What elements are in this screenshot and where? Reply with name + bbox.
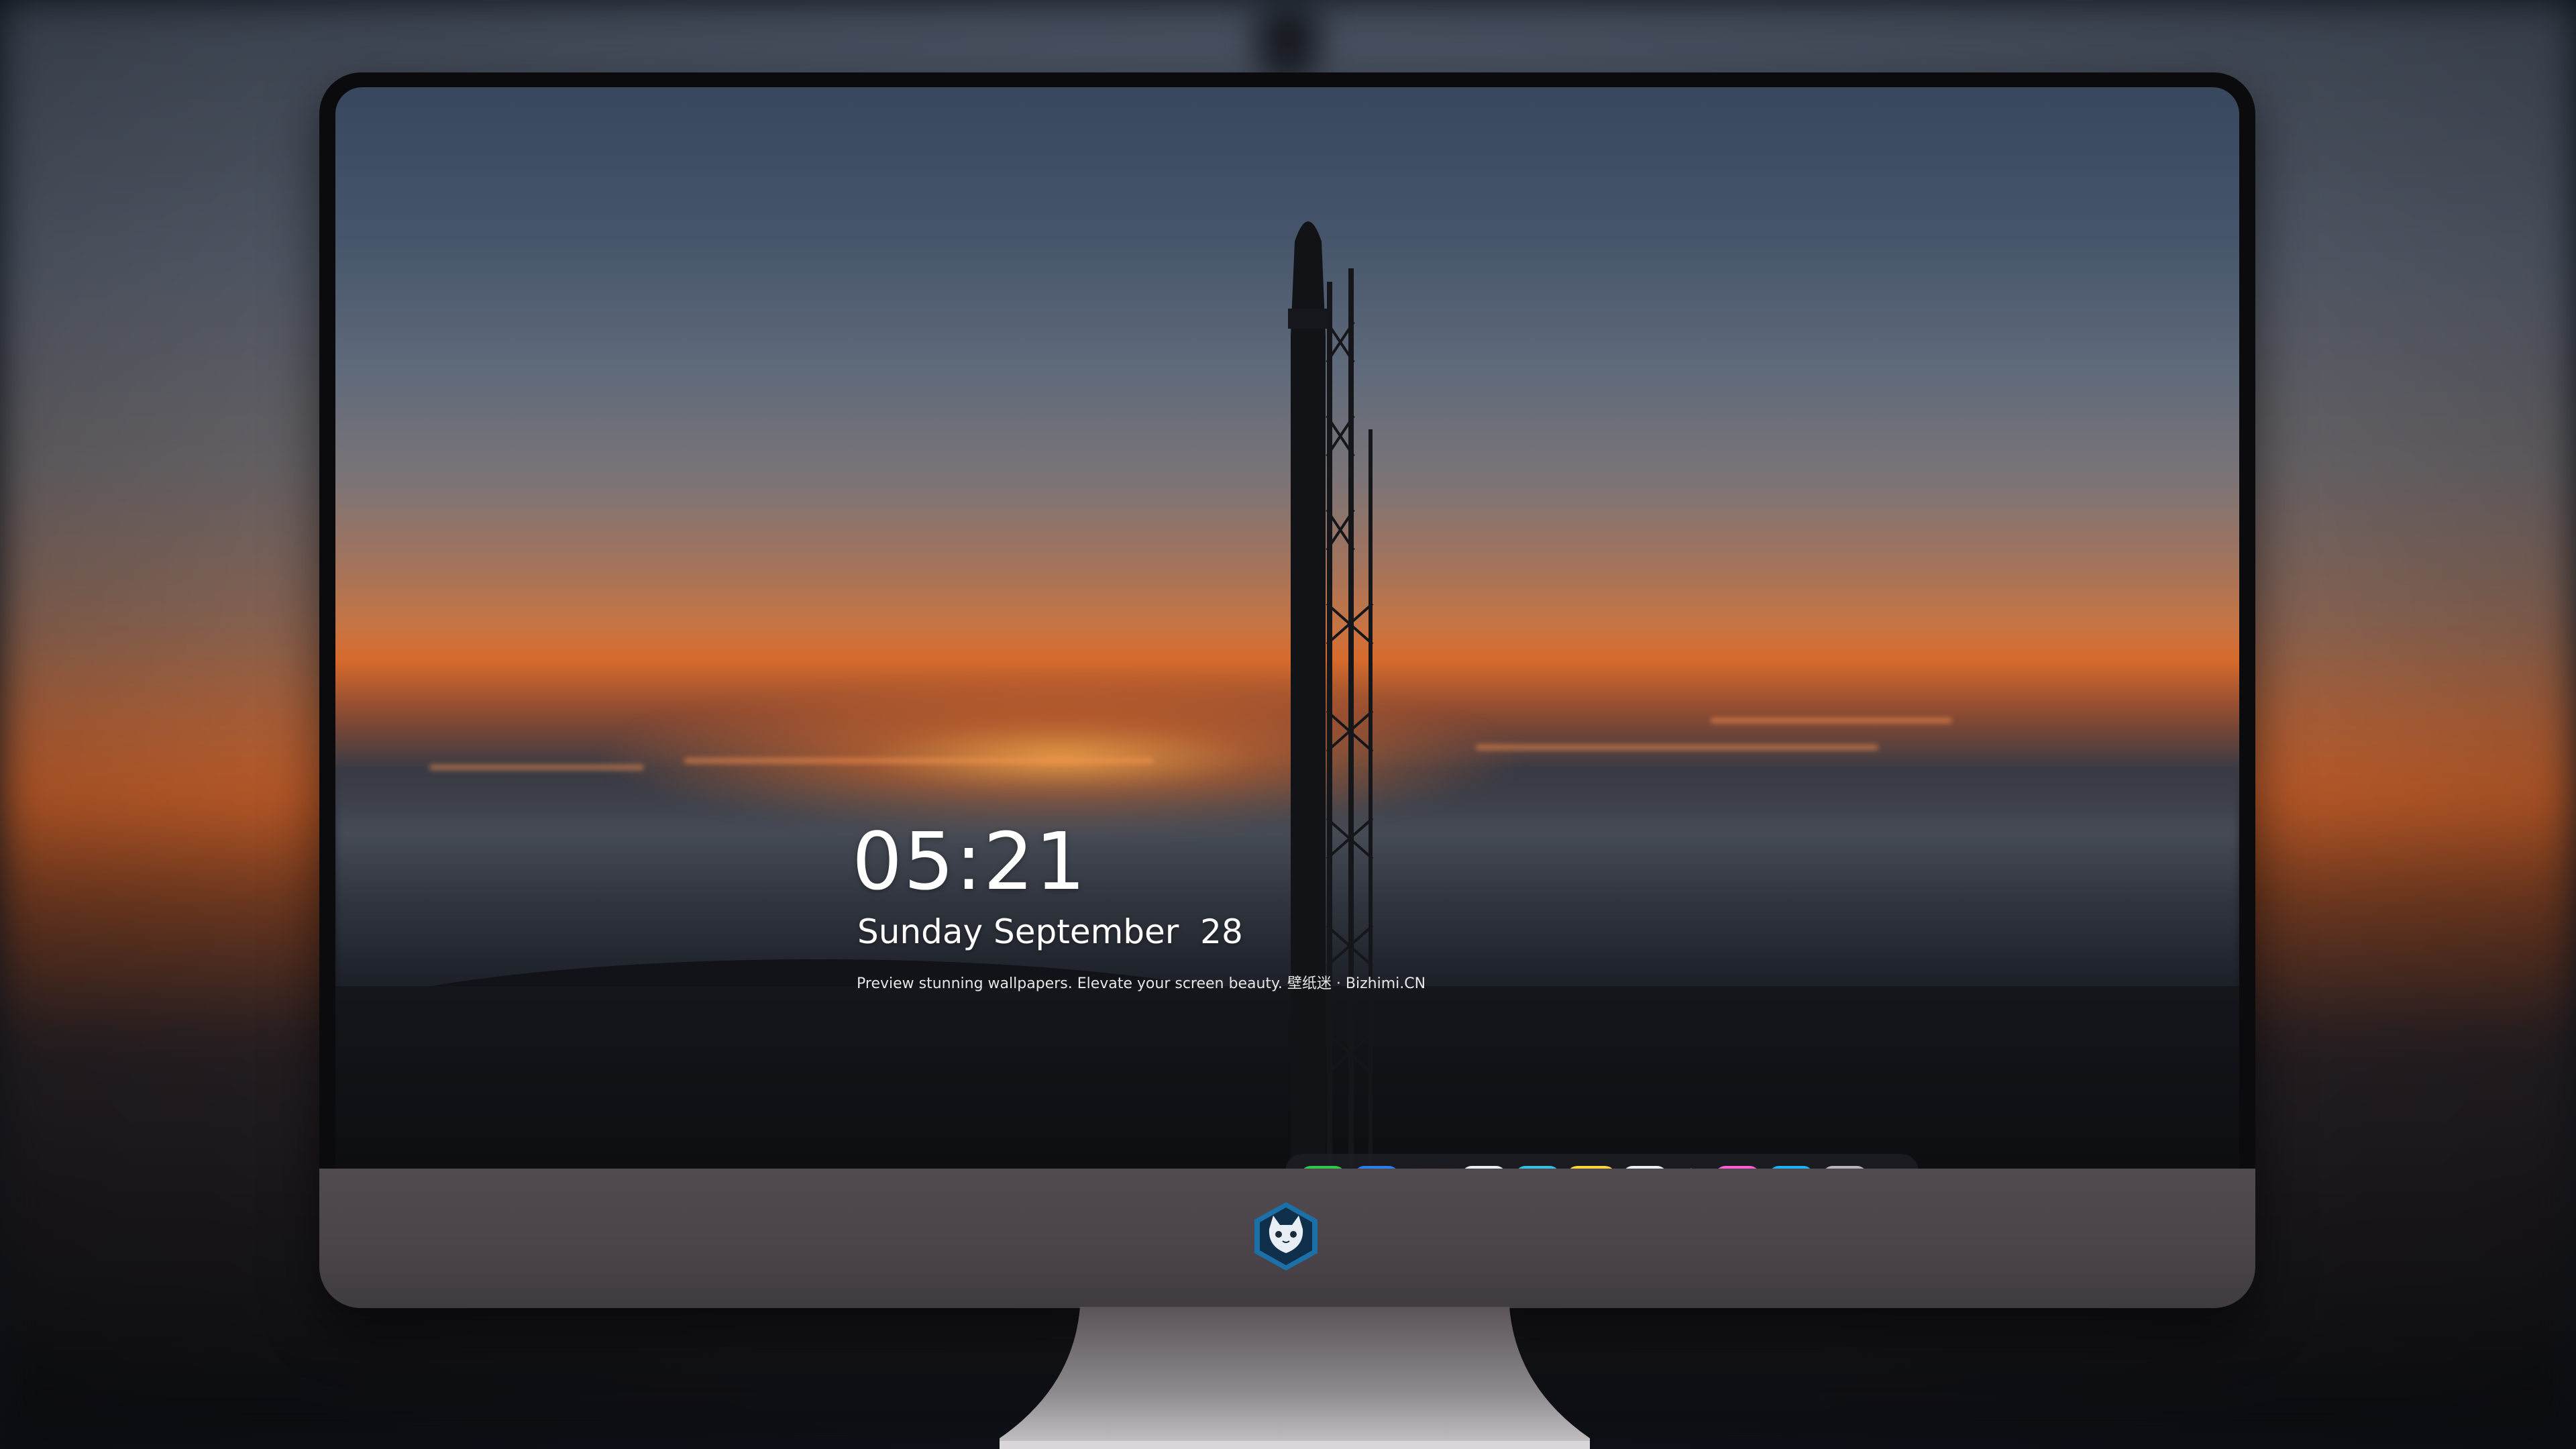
cloud-streak bbox=[684, 758, 1154, 763]
lock-clock: 05:21 bbox=[852, 815, 1087, 908]
monitor-stand bbox=[1000, 1307, 1590, 1449]
cat-mascot-logo bbox=[1254, 1202, 1318, 1271]
lock-date: Sunday September 28 bbox=[857, 912, 1243, 951]
monitor: 05:21 Sunday September 28 Preview stunni… bbox=[319, 72, 2255, 1308]
cloud-streak bbox=[1476, 745, 1878, 750]
cloud-streak bbox=[1711, 718, 1952, 723]
cloud-streak bbox=[429, 765, 644, 770]
monitor-chin bbox=[319, 1169, 2255, 1308]
rocket-silhouette bbox=[1288, 221, 1374, 1167]
lock-screen: 05:21 Sunday September 28 Preview stunni… bbox=[335, 87, 2239, 1169]
wallpaper-tagline: Preview stunning wallpapers. Elevate you… bbox=[857, 975, 1426, 992]
